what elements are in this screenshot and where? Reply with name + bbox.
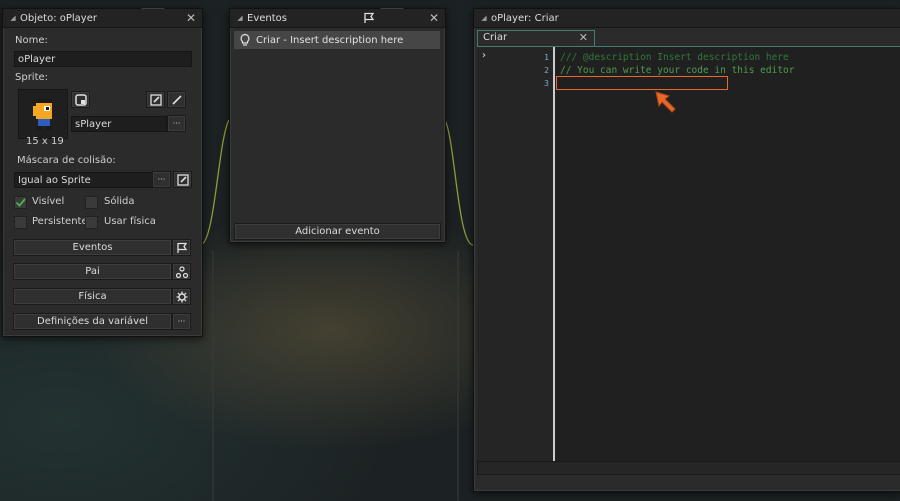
line-gutter: › 1 2 3 [477, 47, 555, 475]
hierarchy-icon [175, 265, 188, 278]
name-label: Nome: [15, 35, 48, 46]
gutter-separator [553, 47, 555, 475]
physics-button[interactable]: Física [13, 288, 172, 305]
sprite-label: Sprite: [15, 72, 49, 83]
code-editor-title: oPlayer: Criar [491, 12, 559, 24]
gear-icon [176, 291, 187, 302]
events-flag-button[interactable] [172, 239, 191, 256]
visible-label: Visível [32, 196, 65, 207]
flag-icon [176, 242, 187, 253]
variables-button[interactable]: Definições da variável [13, 313, 172, 330]
solid-label: Sólida [104, 196, 135, 207]
new-sprite-icon [74, 93, 87, 106]
close-tab-icon[interactable]: ✕ [579, 31, 588, 45]
checkmark-icon [15, 198, 26, 207]
object-panel-titlebar[interactable]: ◢ Objeto: oPlayer ✕ [3, 9, 202, 28]
object-panel: ◢ Objeto: oPlayer ✕ Nome: oPlayer Sprite… [2, 8, 203, 337]
new-sprite-button[interactable] [71, 91, 90, 108]
parent-button[interactable]: Pai [13, 263, 172, 280]
code-line: /// @description Insert description here [560, 52, 789, 63]
collapse-icon[interactable]: ◢ [477, 14, 491, 22]
event-item-label: Criar - Insert description here [256, 34, 404, 46]
sprite-preview[interactable] [18, 89, 68, 139]
persistent-label: Persistente [32, 216, 88, 227]
add-event-button[interactable]: Adicionar evento [234, 223, 441, 240]
physics-label: Usar física [104, 216, 156, 227]
events-panel-titlebar[interactable]: ◢ Eventos ✕ [230, 9, 445, 28]
flag-icon[interactable] [363, 12, 375, 27]
close-icon[interactable]: ✕ [186, 11, 196, 25]
edit-image-icon [176, 173, 189, 186]
arrow-pointer-icon [655, 91, 676, 113]
mask-field[interactable]: Igual ao Sprite [14, 172, 153, 188]
horizontal-scrollbar[interactable] [477, 461, 900, 475]
events-button[interactable]: Eventos [13, 239, 172, 256]
collapse-icon[interactable]: ◢ [233, 14, 247, 22]
mask-edit-button[interactable] [173, 171, 192, 188]
line-number: 1 [544, 53, 549, 62]
physics-checkbox[interactable] [85, 216, 98, 229]
sprite-browse-button[interactable]: ··· [167, 115, 186, 132]
tab-label: Criar [483, 32, 508, 43]
events-panel: ◢ Eventos ✕ Criar - Insert description h… [229, 8, 446, 243]
persistent-checkbox[interactable] [14, 216, 27, 229]
tab-create[interactable]: Criar ✕ [477, 30, 595, 46]
sprite-thumbnail [33, 99, 52, 130]
current-line-highlight [556, 76, 728, 90]
paint-sprite-button[interactable] [167, 91, 186, 108]
fold-arrow-icon[interactable]: › [482, 50, 486, 61]
edit-sprite-button[interactable] [146, 91, 165, 108]
sprite-name-field[interactable]: sPlayer [71, 116, 167, 132]
event-item-create[interactable]: Criar - Insert description here [234, 31, 440, 49]
code-editor-titlebar[interactable]: ◢ oPlayer: Criar [474, 9, 900, 28]
physics-settings-button[interactable] [172, 288, 191, 305]
solid-checkbox[interactable] [85, 196, 98, 209]
edit-image-icon [149, 93, 162, 106]
mask-browse-button[interactable]: ··· [152, 171, 171, 188]
name-field[interactable]: oPlayer [14, 51, 192, 67]
close-icon[interactable]: ✕ [429, 11, 439, 25]
mask-label: Máscara de colisão: [17, 155, 116, 166]
code-line: // You can write your code in this edito… [560, 65, 795, 76]
lightbulb-icon [240, 33, 250, 46]
code-editor[interactable]: › 1 2 3 /// @description Insert descript… [477, 46, 900, 475]
brush-icon [171, 94, 182, 105]
sprite-size: 15 x 19 [26, 136, 64, 147]
line-number: 3 [544, 79, 549, 88]
visible-checkbox[interactable] [14, 196, 27, 209]
events-panel-title: Eventos [247, 12, 287, 24]
code-editor-panel: ◢ oPlayer: Criar Criar ✕ › 1 2 3 /// @de… [473, 8, 900, 492]
object-panel-title: Objeto: oPlayer [20, 12, 97, 24]
collapse-icon[interactable]: ◢ [6, 14, 20, 22]
variables-more-button[interactable]: ··· [172, 313, 191, 330]
line-number: 2 [544, 66, 549, 75]
parent-icon-button[interactable] [172, 263, 191, 280]
